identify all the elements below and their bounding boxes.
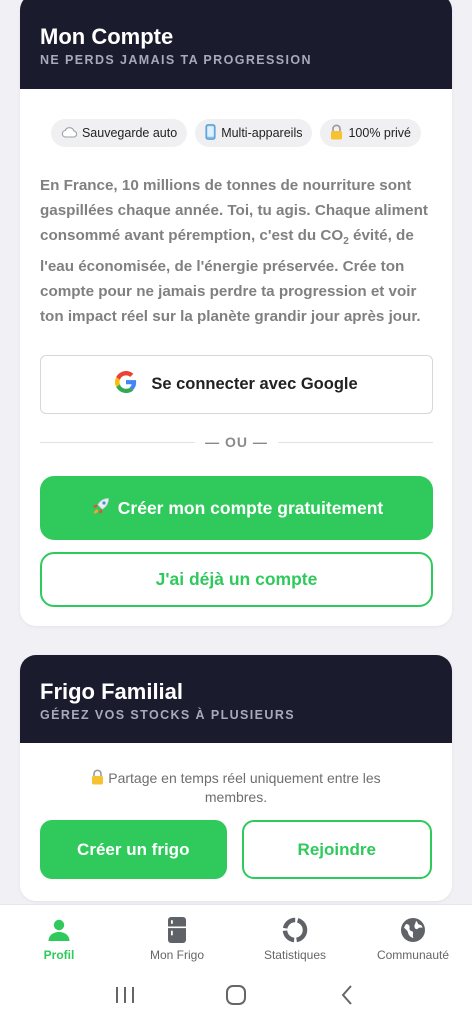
share-note-text: Partage en temps réel uniquement entre l… — [108, 770, 381, 805]
nav-label: Statistiques — [263, 948, 327, 962]
feature-badges: Sauvegarde auto Multi-appareils 100% pri… — [20, 119, 452, 147]
create-account-label: Créer mon compte gratuitement — [117, 497, 384, 518]
fridge-header: Frigo Familial GÉREZ VOS STOCKS À PLUSIE… — [20, 655, 452, 743]
account-header: Mon Compte NE PERDS JAMAIS TA PROGRESSIO… — [20, 0, 452, 89]
divider-label: — OU — — [205, 434, 268, 450]
fridge-actions: Créer un frigo Rejoindre — [40, 820, 432, 879]
lock-icon — [91, 769, 108, 786]
google-signin-button[interactable]: Se connecter avec Google — [40, 355, 433, 414]
back-button[interactable] — [327, 977, 367, 1017]
lock-icon — [330, 124, 343, 142]
system-nav-bar — [0, 970, 472, 1024]
existing-account-button[interactable]: J'ai déjà un compte — [40, 552, 433, 607]
google-logo-icon — [115, 371, 137, 398]
recent-apps-button[interactable] — [105, 977, 145, 1017]
share-note: Partage en temps réel uniquement entre l… — [60, 769, 412, 807]
account-card: Mon Compte NE PERDS JAMAIS TA PROGRESSIO… — [20, 0, 452, 626]
fridge-subtitle: GÉREZ VOS STOCKS À PLUSIEURS — [40, 708, 295, 722]
fridge-title: Frigo Familial — [40, 679, 184, 704]
phone-icon — [205, 124, 216, 142]
google-signin-label: Se connecter avec Google — [151, 375, 358, 393]
bottom-nav: Profil Mon Frigo Statistiques Communauté — [0, 904, 472, 970]
divider-line — [277, 441, 433, 443]
rocket-icon — [90, 495, 112, 522]
account-description: En France, 10 millions de tonnes de nour… — [40, 173, 432, 329]
fridge-icon — [166, 915, 188, 945]
nav-item-profil[interactable]: Profil — [0, 905, 118, 970]
recent-apps-icon — [114, 985, 136, 1010]
home-icon — [225, 984, 247, 1011]
existing-account-label: J'ai déjà un compte — [155, 569, 318, 589]
join-fridge-button[interactable]: Rejoindre — [241, 820, 432, 879]
divider-line — [40, 441, 196, 443]
family-fridge-card: Frigo Familial GÉREZ VOS STOCKS À PLUSIE… — [20, 655, 452, 901]
account-subtitle: NE PERDS JAMAIS TA PROGRESSION — [40, 53, 312, 67]
nav-item-mon-frigo[interactable]: Mon Frigo — [118, 905, 236, 970]
badge-auto-save: Sauvegarde auto — [50, 119, 188, 147]
or-divider: — OU — — [40, 434, 433, 450]
home-button[interactable] — [216, 977, 256, 1017]
cloud-icon — [61, 126, 78, 140]
badge-label: Sauvegarde auto — [81, 126, 178, 140]
nav-label: Profil — [43, 948, 75, 962]
account-title: Mon Compte — [40, 24, 174, 49]
globe-icon — [399, 915, 427, 945]
back-icon — [340, 984, 354, 1011]
create-account-button[interactable]: Créer mon compte gratuitement — [40, 476, 433, 540]
create-fridge-button[interactable]: Créer un frigo — [40, 820, 227, 879]
chart-ring-icon — [281, 915, 309, 945]
badge-label: Multi-appareils — [221, 126, 303, 140]
badge-private: 100% privé — [320, 119, 422, 147]
nav-label: Communauté — [376, 948, 450, 962]
badge-multi-device: Multi-appareils — [195, 119, 313, 147]
person-icon — [46, 915, 72, 945]
nav-item-communaute[interactable]: Communauté — [354, 905, 472, 970]
nav-item-statistiques[interactable]: Statistiques — [236, 905, 354, 970]
badge-label: 100% privé — [348, 126, 412, 140]
nav-label: Mon Frigo — [149, 948, 205, 962]
